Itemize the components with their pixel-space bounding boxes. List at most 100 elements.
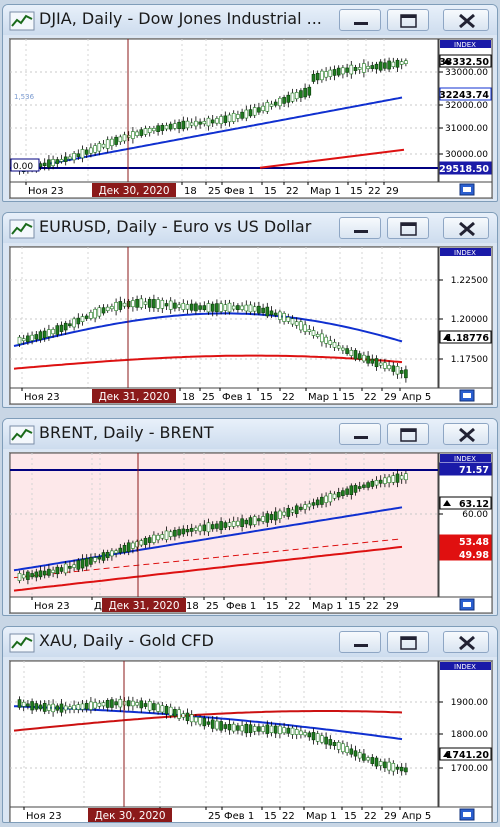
candle-body xyxy=(173,123,177,129)
candle-body xyxy=(244,304,249,312)
candle-body xyxy=(210,524,215,530)
chart-area[interactable]: INDEX 60.00 71.57 63.12 53.48 49.98 Ноя 23 Д 18 2… xyxy=(9,452,493,614)
candle-body xyxy=(131,542,135,549)
candle-body xyxy=(156,125,160,132)
minimize-button[interactable] xyxy=(339,217,381,239)
candle-body xyxy=(299,321,303,331)
candle-body xyxy=(273,725,278,734)
minimize-button[interactable] xyxy=(339,423,381,445)
brent-chart-window[interactable]: BRENT, Daily - BRENT INDEX 60.00 71.57 63.12… xyxy=(2,418,498,616)
chart-area[interactable]: INDEX1900.001800.001700.001741.20Ноя 234… xyxy=(9,660,493,823)
candle-body xyxy=(391,365,396,372)
candle-body xyxy=(391,763,396,772)
candle-body xyxy=(223,304,228,311)
price-label: 49.98 xyxy=(459,550,489,561)
minimize-icon xyxy=(354,436,368,439)
close-button[interactable] xyxy=(443,631,489,653)
candle-body xyxy=(168,706,173,716)
xau-chart-window[interactable]: XAU, Daily - Gold CFD INDEX 1900.00 1800.00… xyxy=(2,626,498,823)
date-tick-label: Мар 1 xyxy=(306,811,337,822)
price-chart-svg[interactable]: INDEX 33000.00 32000.00 31000.00 30000.00 333… xyxy=(10,39,492,198)
maximize-button[interactable] xyxy=(387,217,429,239)
candle-body xyxy=(315,333,320,337)
chart-window-icon xyxy=(9,11,35,31)
eurusd-chart-window[interactable]: EURUSD, Daily - Euro vs US Dollar INDEX 1.… xyxy=(2,212,498,408)
candle-body xyxy=(391,61,396,68)
price-chart-svg[interactable]: INDEX 60.00 71.57 63.12 53.48 49.98 Ноя 23 Д 18 2… xyxy=(10,453,492,613)
candle-body xyxy=(286,316,291,322)
candle-body xyxy=(374,757,379,767)
date-tick-label: 29 xyxy=(384,811,397,822)
candle-body xyxy=(395,473,400,483)
candle-body xyxy=(223,522,228,528)
maximize-button[interactable] xyxy=(387,631,429,653)
maximize-icon xyxy=(400,222,417,236)
candle-body xyxy=(181,120,186,130)
candle-body xyxy=(294,92,299,100)
title-bar[interactable]: DJIA, Daily - Dow Jones Industrial ... xyxy=(3,5,497,35)
candle-body xyxy=(114,136,118,145)
minimize-button[interactable] xyxy=(339,631,381,653)
candle-body xyxy=(26,703,30,707)
candle-body xyxy=(215,303,219,313)
candle-body xyxy=(273,312,278,316)
close-button[interactable] xyxy=(443,9,489,31)
price-label: 33332.50 xyxy=(439,57,489,68)
minimize-button[interactable] xyxy=(339,9,381,31)
candle-body xyxy=(240,111,244,119)
candle-body xyxy=(194,527,198,531)
candle-body xyxy=(131,131,135,139)
close-button[interactable] xyxy=(443,423,489,445)
candle-body xyxy=(105,139,110,149)
candle-body xyxy=(206,522,211,533)
candle-body xyxy=(143,703,148,707)
candle-body xyxy=(131,300,135,308)
candle-body xyxy=(315,73,320,81)
candle-body xyxy=(282,313,286,322)
scroll-end-icon xyxy=(463,812,471,817)
candle-body xyxy=(126,700,131,707)
candle-body xyxy=(215,523,219,529)
maximize-button[interactable] xyxy=(387,423,429,445)
left-value-label: 0.00 xyxy=(13,162,33,172)
candle-body xyxy=(357,353,362,360)
candle-body xyxy=(404,767,408,773)
candle-body xyxy=(404,60,408,64)
candle-body xyxy=(374,358,379,368)
date-tick-label: 29 xyxy=(386,601,399,612)
close-button[interactable] xyxy=(443,217,489,239)
candle-body xyxy=(181,528,186,535)
price-tick-label: 1.17500 xyxy=(451,355,488,365)
candle-body xyxy=(404,369,408,379)
candle-body xyxy=(122,302,127,307)
date-tick-label: 15 xyxy=(342,392,355,403)
chart-area[interactable]: INDEX 1.22500 1.20000 1.17500 1.18776 Ноя 23 1… xyxy=(9,246,493,405)
candle-body xyxy=(152,534,156,543)
title-bar[interactable]: EURUSD, Daily - Euro vs US Dollar xyxy=(3,213,497,243)
candle-body xyxy=(80,703,85,710)
candle-body xyxy=(383,62,387,69)
chart-window-icon xyxy=(9,633,35,653)
price-chart-svg[interactable]: INDEX1900.001800.001700.001741.20Ноя 234… xyxy=(10,661,492,823)
candle-body xyxy=(261,726,265,732)
price-label: 1.18776 xyxy=(446,333,490,344)
title-bar[interactable]: BRENT, Daily - BRENT xyxy=(3,419,497,449)
date-tick-label: 15 xyxy=(264,186,277,197)
candle-body xyxy=(160,705,165,713)
djia-chart-window[interactable]: DJIA, Daily - Dow Jones Industrial ... IN… xyxy=(2,4,498,202)
candle-body xyxy=(101,307,106,314)
candle-body xyxy=(370,480,375,487)
candle-body xyxy=(324,495,328,503)
title-bar[interactable]: XAU, Daily - Gold CFD xyxy=(3,627,497,657)
close-icon xyxy=(459,221,475,237)
candle-body xyxy=(261,307,265,314)
candle-body xyxy=(349,485,354,495)
candle-body xyxy=(17,699,22,708)
maximize-button[interactable] xyxy=(387,9,429,31)
candle-body xyxy=(26,335,30,343)
chart-area[interactable]: INDEX 33000.00 32000.00 31000.00 30000.00 333… xyxy=(9,38,493,199)
price-chart-svg[interactable]: INDEX 1.22500 1.20000 1.17500 1.18776 Ноя 23 1… xyxy=(10,247,492,404)
candle-body xyxy=(202,524,207,532)
candle-body xyxy=(374,480,379,486)
candle-body xyxy=(110,306,114,310)
